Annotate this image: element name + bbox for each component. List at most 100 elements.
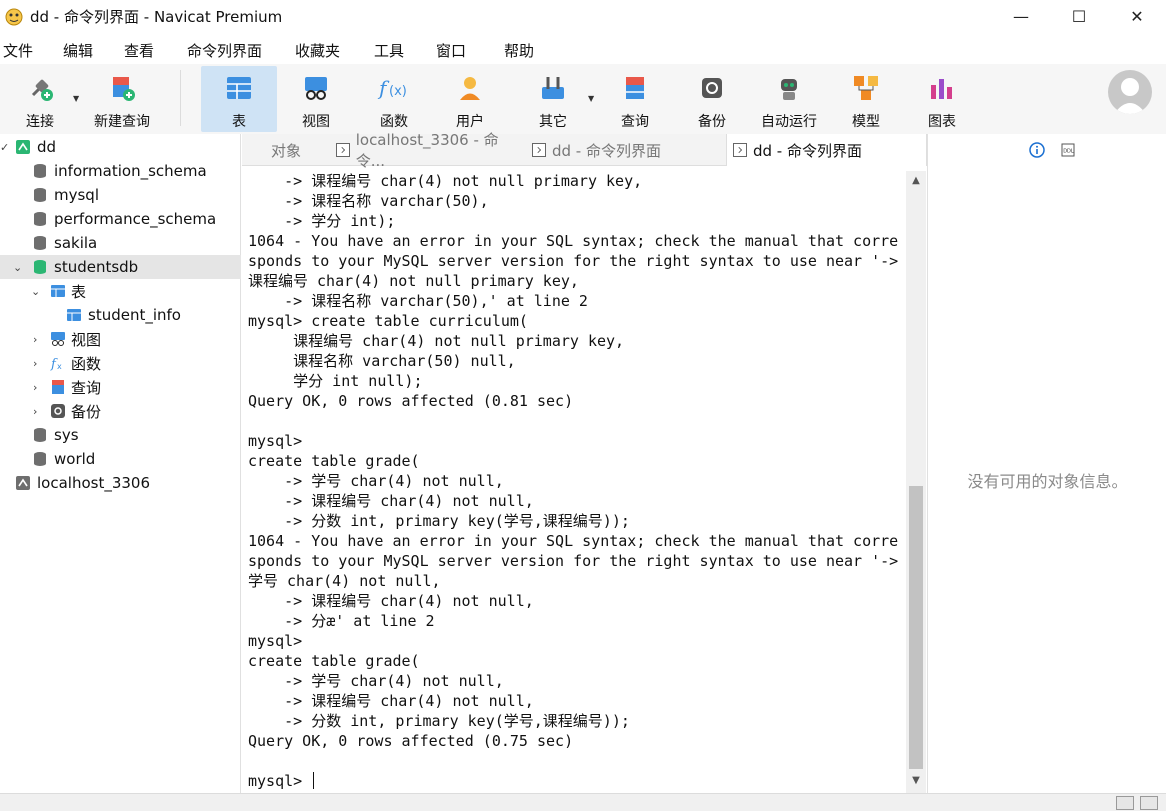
- connect-label: 连接: [26, 114, 54, 130]
- menu-console[interactable]: 命令列界面: [186, 40, 263, 61]
- tree-database[interactable]: sakila: [0, 231, 241, 255]
- expand-arrow-icon[interactable]: ›: [33, 381, 37, 394]
- model-label: 模型: [852, 114, 880, 130]
- tree-tables-folder[interactable]: ⌄ 表: [0, 279, 241, 303]
- console-line: 课程编号 char(4) not null primary key,: [248, 272, 579, 290]
- user-button[interactable]: 用户: [437, 66, 503, 132]
- collapse-arrow-icon[interactable]: ⌄: [31, 285, 40, 298]
- menu-help[interactable]: 帮助: [503, 40, 535, 61]
- close-button[interactable]: ✕: [1108, 0, 1166, 32]
- tree-table-item[interactable]: student_info: [0, 303, 241, 327]
- console-line: 学号 char(4) not null,: [248, 572, 441, 590]
- console-scrollbar[interactable]: ▲ ▼: [906, 171, 926, 793]
- table-icon: [67, 309, 81, 321]
- expand-arrow-icon[interactable]: ›: [33, 405, 37, 418]
- tree-database[interactable]: performance_schema: [0, 207, 241, 231]
- tab-dd-console[interactable]: dd - 命令列界面: [530, 134, 720, 166]
- other-label: 其它: [539, 114, 567, 130]
- other-button[interactable]: 其它: [520, 66, 586, 132]
- svg-text:DDL: DDL: [1063, 149, 1074, 155]
- expand-arrow-icon[interactable]: ›: [33, 333, 37, 346]
- chart-label: 图表: [928, 114, 956, 130]
- new-query-label: 新建查询: [94, 114, 150, 130]
- view-label: 视图: [302, 114, 330, 130]
- maximize-button[interactable]: ☐: [1050, 0, 1108, 32]
- window-controls: — ☐ ✕: [992, 0, 1166, 32]
- view-icon: [51, 332, 65, 346]
- console-line: -> 学号 char(4) not null,: [248, 472, 504, 490]
- table-label: 表: [232, 114, 246, 130]
- menu-file[interactable]: 文件: [2, 40, 34, 61]
- console-line: -> 学分 int);: [248, 212, 396, 230]
- tree-label: mysql: [54, 186, 99, 204]
- tab-dd-console-active[interactable]: dd - 命令列界面: [726, 134, 927, 166]
- tree-connection-dd[interactable]: ✓ dd: [0, 135, 241, 159]
- tree-label: sys: [54, 426, 79, 444]
- ddl-icon[interactable]: DDL: [1060, 142, 1076, 158]
- backup-label: 备份: [698, 114, 726, 130]
- tree-connection-localhost[interactable]: localhost_3306: [0, 471, 241, 495]
- tree-database[interactable]: world: [0, 447, 241, 471]
- new-query-button[interactable]: 新建查询: [86, 66, 158, 132]
- tab-objects[interactable]: 对象: [242, 134, 330, 166]
- other-dropdown-icon[interactable]: ▼: [588, 94, 594, 103]
- connect-button[interactable]: 连接: [12, 66, 68, 132]
- scroll-down-icon[interactable]: ▼: [906, 771, 926, 789]
- toolbar-divider: [180, 70, 181, 126]
- console-line: 课程编号 char(4) not null primary key,: [248, 332, 625, 350]
- tree-database-selected[interactable]: ⌄ studentsdb: [0, 255, 241, 279]
- console-line: -> 课程编号 char(4) not null,: [248, 592, 534, 610]
- tab-localhost-console[interactable]: localhost_3306 - 命令...: [334, 131, 524, 170]
- svg-text:x: x: [57, 362, 62, 371]
- robot-icon: [772, 71, 806, 105]
- chart-button[interactable]: 图表: [912, 66, 972, 132]
- connect-dropdown-icon[interactable]: ▼: [73, 94, 79, 103]
- view-icon: [299, 71, 333, 105]
- detail-view-icon[interactable]: [1140, 796, 1158, 810]
- tree-label: dd: [37, 138, 57, 156]
- query-button[interactable]: 查询: [603, 66, 667, 132]
- title-bar: dd - 命令列界面 - Navicat Premium — ☐ ✕: [0, 0, 1166, 32]
- list-view-icon[interactable]: [1116, 796, 1134, 810]
- tab-label: localhost_3306 - 命令...: [355, 131, 499, 170]
- command-console[interactable]: -> 课程编号 char(4) not null primary key, ->…: [242, 171, 906, 793]
- menu-view[interactable]: 查看: [123, 40, 155, 61]
- tree-views-folder[interactable]: › 视图: [0, 327, 241, 351]
- collapse-arrow-icon[interactable]: ⌄: [13, 261, 22, 274]
- user-avatar[interactable]: [1108, 70, 1152, 114]
- tree-label: performance_schema: [54, 210, 217, 228]
- info-icon[interactable]: [1029, 142, 1045, 158]
- console-line: -> 课程名称 varchar(50),' at line 2: [248, 292, 588, 310]
- object-info-panel: DDL 没有可用的对象信息。: [927, 134, 1166, 793]
- scroll-up-icon[interactable]: ▲: [906, 171, 926, 189]
- function-icon: fx: [50, 357, 62, 371]
- text-caret: [313, 772, 315, 789]
- scrollbar-thumb[interactable]: [909, 486, 923, 769]
- console-line: -> 分æ' at line 2: [248, 612, 435, 630]
- menu-tools[interactable]: 工具: [373, 40, 405, 61]
- tree-backups-folder[interactable]: › 备份: [0, 399, 241, 423]
- minimize-button[interactable]: —: [992, 0, 1050, 32]
- automation-button[interactable]: 自动运行: [752, 66, 826, 132]
- console-line: 课程名称 varchar(50) null,: [248, 352, 516, 370]
- table-button[interactable]: 表: [201, 66, 277, 132]
- menu-edit[interactable]: 编辑: [62, 40, 94, 61]
- tree-database[interactable]: information_schema: [0, 159, 241, 183]
- menu-window[interactable]: 窗口: [435, 40, 467, 61]
- console-icon: [733, 143, 747, 157]
- tab-label: dd - 命令列界面: [552, 141, 661, 160]
- expand-arrow-icon[interactable]: ›: [33, 357, 37, 370]
- view-button[interactable]: 视图: [282, 66, 350, 132]
- menu-favorites[interactable]: 收藏夹: [294, 40, 341, 61]
- tree-database[interactable]: mysql: [0, 183, 241, 207]
- model-button[interactable]: 模型: [836, 66, 896, 132]
- status-bar: [0, 793, 1166, 811]
- backup-button[interactable]: 备份: [680, 66, 744, 132]
- function-button[interactable]: f (x) 函数: [360, 66, 428, 132]
- tree-database[interactable]: sys: [0, 423, 241, 447]
- console-prompt-line[interactable]: mysql>: [242, 771, 906, 791]
- tree-functions-folder[interactable]: › fx 函数: [0, 351, 241, 375]
- tree-queries-folder[interactable]: › 查询: [0, 375, 241, 399]
- tree-label: 备份: [71, 402, 102, 421]
- expand-arrow-icon[interactable]: ✓: [0, 141, 9, 154]
